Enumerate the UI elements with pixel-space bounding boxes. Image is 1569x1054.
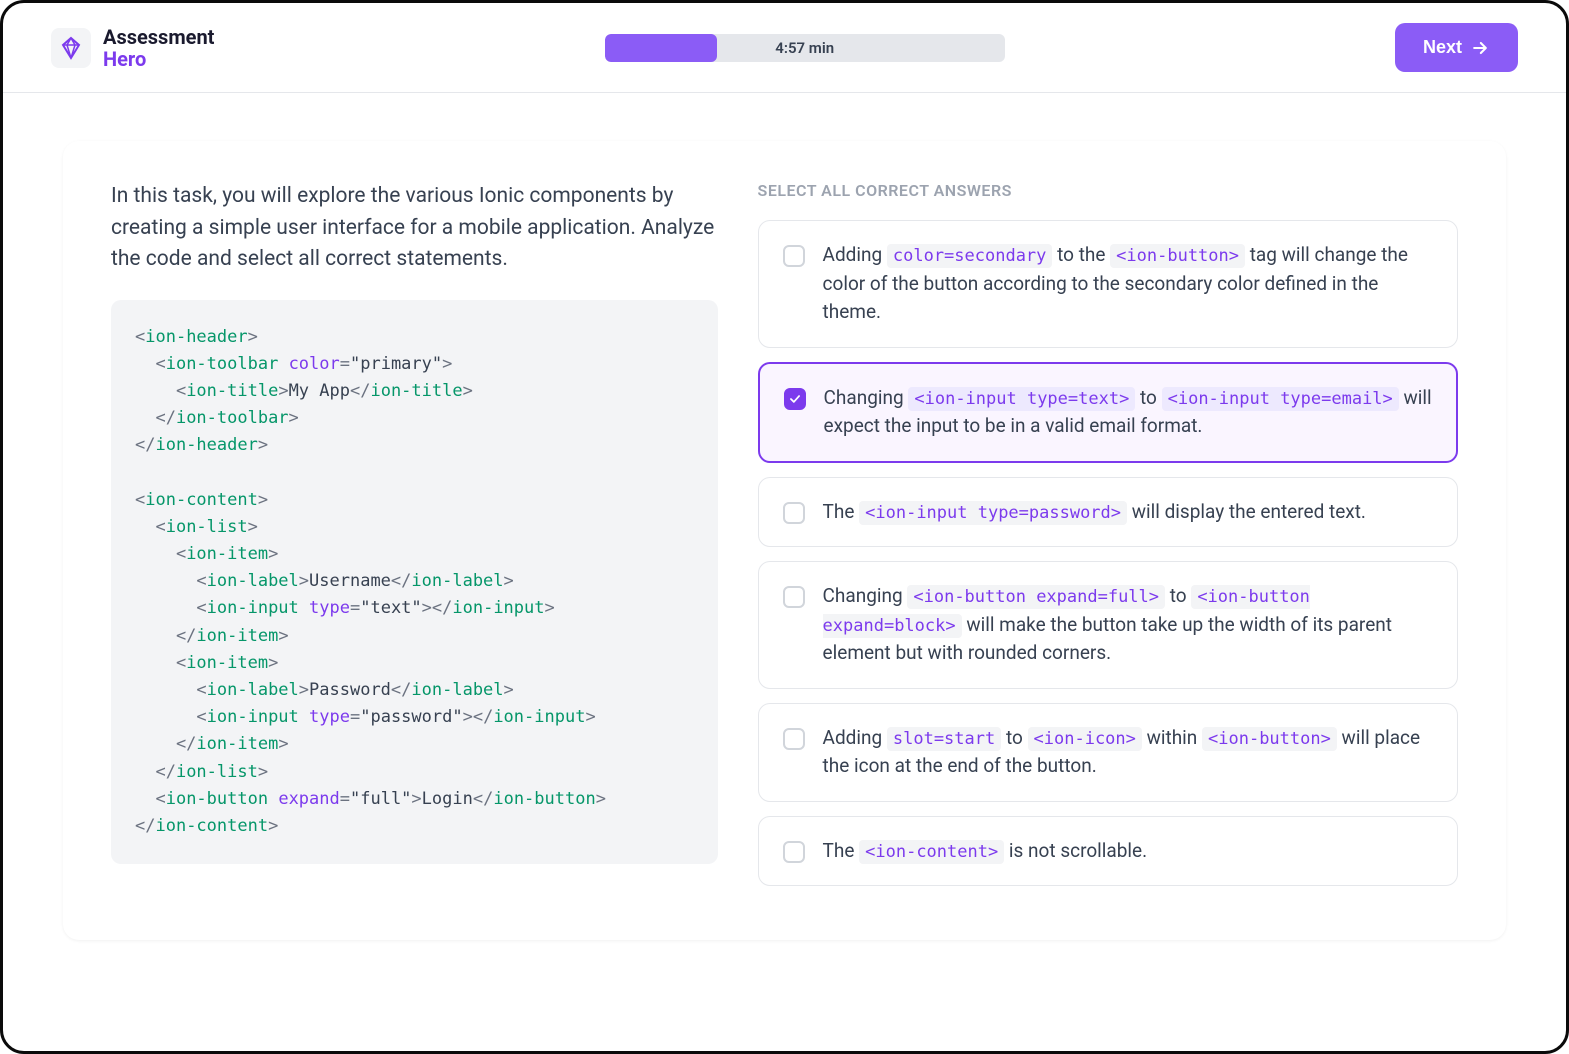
next-button-label: Next [1423, 37, 1462, 58]
checkbox[interactable] [784, 388, 806, 410]
answers-label: SELECT ALL CORRECT ANSWERS [758, 181, 1458, 200]
checkbox[interactable] [783, 502, 805, 524]
checkbox[interactable] [783, 586, 805, 608]
answer-option-2[interactable]: The <ion-input type=password> will displ… [758, 477, 1458, 548]
logo-line2: Hero [103, 48, 214, 70]
answer-option-0[interactable]: Adding color=secondary to the <ion-butto… [758, 220, 1458, 348]
answer-text: Adding slot=start to <ion-icon> within <… [823, 724, 1433, 781]
checkbox[interactable] [783, 245, 805, 267]
task-card: In this task, you will explore the vario… [63, 141, 1506, 940]
answer-text: The <ion-content> is not scrollable. [823, 837, 1148, 866]
inline-code: <ion-button expand=full> [907, 585, 1165, 609]
answer-option-5[interactable]: The <ion-content> is not scrollable. [758, 816, 1458, 887]
inline-code: <ion-content> [859, 840, 1004, 864]
answer-text: Adding color=secondary to the <ion-butto… [823, 241, 1433, 327]
inline-code: <ion-input type=text> [908, 387, 1135, 411]
logo-line1: Assessment [103, 26, 214, 48]
logo: Assessment Hero [51, 26, 214, 70]
code-block: <ion-header> <ion-toolbar color="primary… [111, 300, 718, 865]
progress-label: 4:57 min [775, 39, 834, 57]
inline-code: <ion-icon> [1028, 727, 1142, 751]
progress-fill [605, 34, 717, 62]
main-content: In this task, you will explore the vario… [3, 93, 1566, 988]
arrow-right-icon [1470, 38, 1490, 58]
answer-text: Changing <ion-input type=text> to <ion-i… [824, 384, 1432, 441]
answer-option-3[interactable]: Changing <ion-button expand=full> to <io… [758, 561, 1458, 689]
inline-code: <ion-button> [1202, 727, 1337, 751]
task-description: In this task, you will explore the vario… [111, 181, 718, 276]
answers-column: SELECT ALL CORRECT ANSWERS Adding color=… [758, 181, 1458, 900]
inline-code: color=secondary [887, 244, 1053, 268]
checkbox[interactable] [783, 841, 805, 863]
inline-code: <ion-button> [1110, 244, 1245, 268]
progress-bar: 4:57 min [605, 34, 1005, 62]
header: Assessment Hero 4:57 min Next [3, 3, 1566, 93]
diamond-icon [59, 36, 83, 60]
logo-text: Assessment Hero [103, 26, 214, 70]
app-window: Assessment Hero 4:57 min Next In this ta… [0, 0, 1569, 1054]
answers-list: Adding color=secondary to the <ion-butto… [758, 220, 1458, 886]
answer-text: Changing <ion-button expand=full> to <io… [823, 582, 1433, 668]
question-column: In this task, you will explore the vario… [111, 181, 758, 900]
checkbox[interactable] [783, 728, 805, 750]
check-icon [788, 392, 802, 406]
next-button[interactable]: Next [1395, 23, 1518, 72]
logo-icon [51, 28, 91, 68]
inline-code: <ion-input type=email> [1162, 387, 1399, 411]
inline-code: slot=start [887, 727, 1001, 751]
inline-code: <ion-input type=password> [859, 501, 1127, 525]
answer-text: The <ion-input type=password> will displ… [823, 498, 1366, 527]
answer-option-1[interactable]: Changing <ion-input type=text> to <ion-i… [758, 362, 1458, 463]
answer-option-4[interactable]: Adding slot=start to <ion-icon> within <… [758, 703, 1458, 802]
